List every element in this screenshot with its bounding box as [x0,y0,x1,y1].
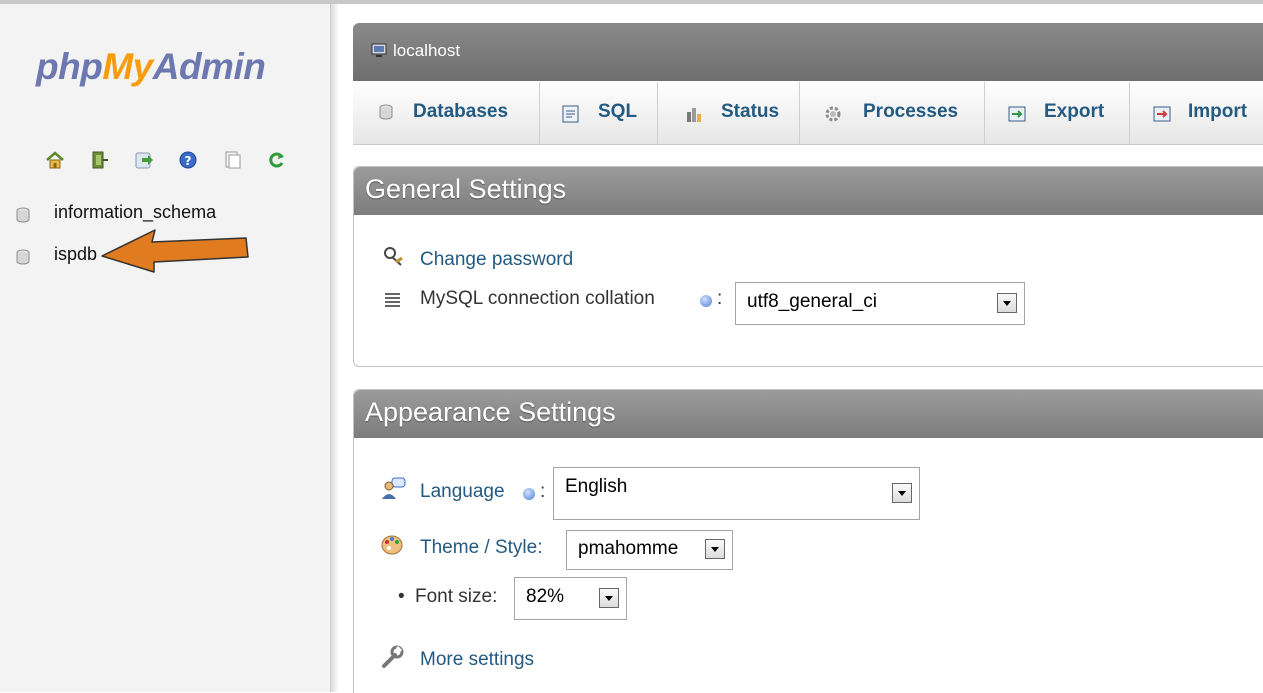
language-select[interactable]: English [553,467,920,520]
frame-divider[interactable] [331,4,339,692]
tab-label: Status [721,101,780,122]
logout-icon[interactable] [89,150,109,170]
select-value: utf8_general_ci [747,291,877,312]
gear-icon [823,104,843,130]
status-chart-icon [685,104,705,130]
tab-label: SQL [598,101,638,122]
help-icon[interactable] [523,488,535,500]
language-label[interactable]: Language [420,481,505,503]
panel-title: General Settings [365,174,567,204]
tab-export[interactable]: Export [984,82,1130,144]
tab-label: Import [1188,101,1248,122]
database-icon [378,104,394,126]
top-menu-tabs: Databases SQL Status Processes Export Im… [353,82,1263,145]
tab-status[interactable]: Status [657,82,800,144]
theme-select[interactable]: pmahomme [566,530,733,570]
palette-icon [381,534,405,562]
more-settings-link[interactable]: More settings [420,649,534,671]
panel-title: Appearance Settings [365,397,616,427]
collation-select[interactable]: utf8_general_ci [735,282,1025,325]
server-breadcrumb: localhost [353,23,1263,81]
change-password-link[interactable]: Change password [420,249,573,271]
panel-header: General Settings [354,167,1263,215]
font-size-label: Font size: [415,586,498,607]
label-separator: : [717,288,723,309]
chevron-down-icon[interactable] [997,292,1017,313]
annotation-arrow-icon [101,229,249,273]
panel-header: Appearance Settings [354,390,1263,438]
select-value: pmahomme [578,538,679,559]
tab-sql[interactable]: SQL [539,82,658,144]
list-icon [385,291,401,313]
tab-import[interactable]: Import [1129,82,1263,144]
tab-label: Databases [413,101,509,122]
database-icon [15,249,31,270]
collation-label: MySQL connection collation [420,288,655,309]
select-value: 82% [526,586,565,607]
sql-icon [561,104,581,130]
tab-label: Processes [863,101,959,122]
reload-icon[interactable] [267,150,287,170]
chevron-down-icon[interactable] [705,539,725,559]
database-name[interactable]: ispdb [54,244,97,265]
tab-databases[interactable]: Databases [353,82,540,144]
home-icon[interactable] [45,150,65,170]
tab-processes[interactable]: Processes [799,82,985,144]
phpmyadmin-logo[interactable]: phpMyAdmin [36,46,266,88]
chevron-down-icon[interactable] [599,587,619,608]
select-value: English [565,476,628,497]
tab-label: Export [1044,101,1105,122]
language-icon [381,477,407,507]
theme-label[interactable]: Theme / Style: [420,537,543,559]
label-separator: : [540,481,546,502]
appearance-settings-panel: Appearance Settings Language : English T… [353,389,1263,693]
server-icon [371,42,387,63]
font-size-select[interactable]: 82% [514,577,627,620]
chevron-down-icon[interactable] [892,482,912,503]
list-bullet: • [398,586,405,607]
help-icon[interactable]: ? [178,150,198,170]
database-icon [15,207,31,228]
general-settings-panel: General Settings Change password MySQL c… [353,166,1263,367]
logo-part-my: My [102,46,153,87]
database-name[interactable]: information_schema [54,202,216,223]
documentation-icon[interactable] [222,150,242,170]
logo-part-admin: Admin [152,46,266,87]
logo-part-php: php [36,46,103,87]
server-link[interactable]: localhost [393,41,460,61]
help-icon[interactable] [700,295,712,307]
query-window-icon[interactable] [134,150,154,170]
wrench-icon [381,645,405,675]
import-icon [1152,104,1172,130]
svg-text:?: ? [185,154,192,168]
export-icon [1007,104,1027,130]
navigation-panel: phpMyAdmin ? information_schema ispdb [0,4,331,692]
key-pencil-icon [382,246,406,274]
